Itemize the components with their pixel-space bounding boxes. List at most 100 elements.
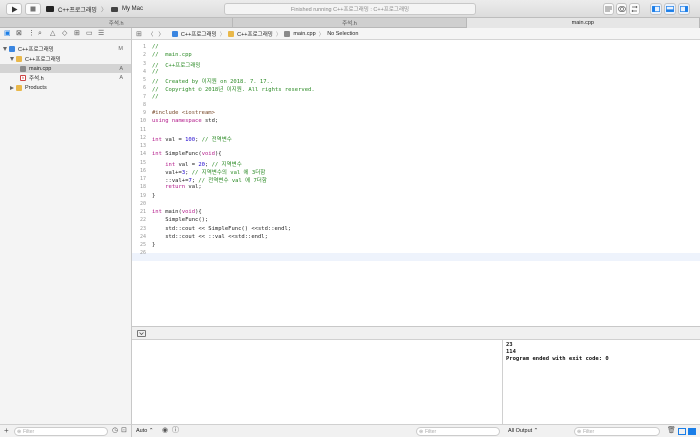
line-number: 3 xyxy=(142,60,146,67)
stop-icon xyxy=(30,6,36,12)
tab-header-2[interactable]: 주석.h xyxy=(233,18,467,28)
variables-filter-input[interactable]: Filter xyxy=(416,427,500,436)
file-label: 주석.h xyxy=(29,75,44,82)
tab-main-cpp[interactable]: main.cpp xyxy=(466,18,700,28)
play-icon xyxy=(11,6,17,12)
line-number: 23 xyxy=(139,225,146,232)
split-left-icon[interactable] xyxy=(678,428,686,435)
disclosure-open-icon[interactable] xyxy=(10,56,14,61)
scheme-selector[interactable]: C++프로그래밍 〉 My Mac xyxy=(46,4,143,14)
warning-icon[interactable]: △ xyxy=(50,29,55,38)
report-icon[interactable]: ☰ xyxy=(98,29,104,38)
code-line[interactable]: int val = 20; // 지역변수 xyxy=(152,160,242,168)
tab-header-1[interactable]: 주석.h xyxy=(0,18,234,28)
bottom-panel-icon xyxy=(666,6,674,12)
chevron-right-icon: 〉 xyxy=(318,31,325,38)
project-navigator: C++프로그래밍 M C++프로그래밍 main.cpp A h 주석.h A … xyxy=(0,40,132,424)
file-label: main.cpp xyxy=(29,65,52,72)
folder-icon xyxy=(228,30,235,37)
code-line[interactable]: val+=3; // 지역변수의 val 에 3더함 xyxy=(152,168,265,176)
hide-debug-area-button[interactable] xyxy=(137,330,146,337)
navigator-file-main-cpp[interactable]: main.cpp A xyxy=(0,64,131,73)
code-line[interactable]: // C++프로그래밍 xyxy=(152,61,200,69)
code-line[interactable]: ::val+=7; // 전역변수 val 에 7더함 xyxy=(152,176,267,184)
project-icon xyxy=(171,30,178,37)
line-number: 1 xyxy=(142,44,146,50)
line-number: 11 xyxy=(139,126,146,133)
code-line[interactable]: int main(void){ xyxy=(152,209,202,215)
navigator-footer: + Filter ◷ ⊡ xyxy=(0,424,132,437)
navigator-products-row[interactable]: Products xyxy=(0,83,131,92)
jumpbar-selection[interactable]: No Selection xyxy=(327,31,358,37)
code-line[interactable]: // main.cpp xyxy=(152,52,192,58)
console-filter-input[interactable]: Filter xyxy=(574,427,660,436)
split-right-icon[interactable] xyxy=(688,428,696,435)
code-line[interactable]: // xyxy=(152,69,159,75)
search-icon[interactable]: ⌕ xyxy=(38,29,42,38)
console-scope-select[interactable]: All Output ⌃ xyxy=(508,428,538,434)
source-editor[interactable]: 1 2 3 4 5 6 7 8 9 10 11 12 13 14 15 16 17 18 19 20 21 22 23 24 2… xyxy=(132,40,700,326)
line-number: 18 xyxy=(139,184,146,191)
code-line[interactable]: using namespace std; xyxy=(152,118,218,124)
line-number: 19 xyxy=(139,192,146,199)
stop-button[interactable] xyxy=(25,3,41,15)
line-number: 15 xyxy=(139,159,146,166)
run-button[interactable] xyxy=(6,3,22,15)
code-line[interactable]: std::cout << ::val <<std::endl; xyxy=(152,234,268,240)
code-line[interactable]: // xyxy=(152,44,159,50)
navigator-selector-bar: ▣ ⊠ ⋮ ⌕ △ ◇ ⊞ ▭ ☰ xyxy=(0,28,132,40)
line-number: 13 xyxy=(139,143,146,149)
trash-icon[interactable]: 🗑 xyxy=(667,426,676,435)
symbol-icon[interactable]: ⋮ xyxy=(28,29,35,38)
test-icon[interactable]: ◇ xyxy=(62,29,67,38)
console-line: Program ended with exit code: 0 xyxy=(506,356,609,362)
quick-look-icon[interactable]: ◉ xyxy=(162,426,168,435)
navigator-project-row[interactable]: C++프로그래밍 M xyxy=(0,44,131,53)
debug-icon[interactable]: ⊞ xyxy=(74,29,80,38)
navigator-group-row[interactable]: C++프로그래밍 xyxy=(0,54,131,63)
assistant-editor-button[interactable] xyxy=(616,3,627,15)
standard-editor-button[interactable] xyxy=(603,3,614,15)
group-label: C++프로그래밍 xyxy=(25,56,61,63)
folder-icon[interactable]: ▣ xyxy=(4,29,11,38)
toggle-inspector-button[interactable] xyxy=(678,3,690,15)
project-label: C++프로그래밍 xyxy=(18,46,54,53)
cpp-file-icon xyxy=(20,65,26,72)
line-number: 21 xyxy=(139,209,146,215)
code-line[interactable]: int SimpleFunc(void){ xyxy=(152,151,222,157)
navigator-file-header[interactable]: h 주석.h A xyxy=(0,73,131,82)
jumpbar-group[interactable]: C++프로그래밍 xyxy=(237,30,273,38)
debug-bar xyxy=(132,326,700,340)
toggle-debug-area-button[interactable] xyxy=(664,3,676,15)
code-line[interactable]: #include <iostream> xyxy=(152,110,215,116)
add-icon[interactable]: + xyxy=(4,426,9,435)
forward-icon[interactable]: 〉 xyxy=(158,30,164,38)
code-line[interactable]: // Copyright © 2018년 이지원. All rights res… xyxy=(152,85,315,93)
source-control-filter-icon[interactable]: ⊡ xyxy=(121,426,127,435)
disclosure-open-icon[interactable] xyxy=(3,46,7,51)
version-editor-button[interactable] xyxy=(629,3,640,15)
related-items-icon[interactable]: ⊞ xyxy=(136,30,142,38)
code-line[interactable]: return val; xyxy=(152,184,201,190)
variables-scope-select[interactable]: Auto ⌃ xyxy=(136,428,153,434)
code-line[interactable]: } xyxy=(152,242,155,248)
code-line[interactable]: // xyxy=(152,94,159,100)
code-line[interactable]: SimpleFunc(); xyxy=(152,217,208,223)
recent-files-icon[interactable]: ◷ xyxy=(112,426,118,435)
code-line[interactable]: std::cout << SimpleFunc() <<std::endl; xyxy=(152,226,291,232)
jumpbar-project[interactable]: C++프로그래밍 xyxy=(181,30,217,38)
toggle-navigator-button[interactable] xyxy=(650,3,662,15)
line-number: 8 xyxy=(142,101,146,108)
code-line[interactable]: int val = 100; // 전역변수 xyxy=(152,135,232,143)
navigator-filter-input[interactable]: Filter xyxy=(14,427,108,436)
breakpoint-icon[interactable]: ▭ xyxy=(86,29,93,38)
disclosure-closed-icon[interactable] xyxy=(10,85,14,90)
back-icon[interactable]: 〈 xyxy=(148,30,154,38)
code-line[interactable]: } xyxy=(152,193,155,199)
jumpbar-file[interactable]: main.cpp xyxy=(293,31,315,37)
line-number: 24 xyxy=(139,233,146,240)
status-text: Finished running C++프로그래밍 : C++프로그래밍 xyxy=(290,7,410,13)
info-icon[interactable]: ⓘ xyxy=(172,426,179,435)
code-line[interactable]: // Created by 이지원 on 2018. 7. 17.. xyxy=(152,77,273,85)
source-control-icon[interactable]: ⊠ xyxy=(16,29,22,38)
